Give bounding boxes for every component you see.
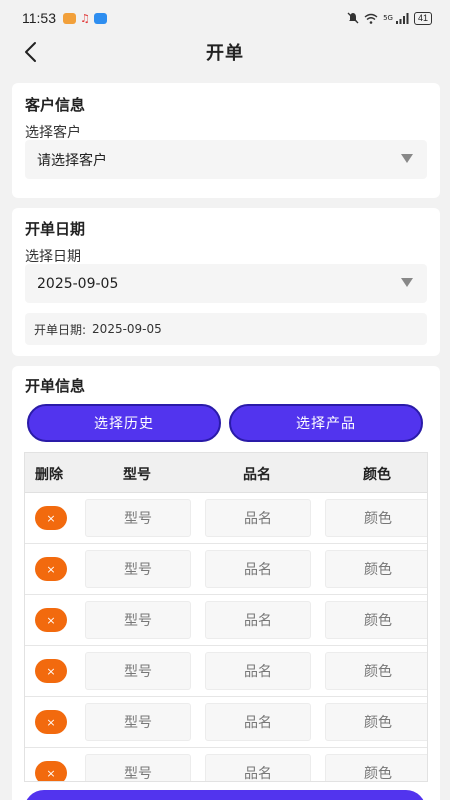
date-select-value: 2025-09-05 — [37, 275, 119, 292]
name-input[interactable]: 品名 — [205, 601, 311, 639]
customer-select-placeholder: 请选择客户 — [37, 152, 107, 169]
date-field-label: 选择日期 — [25, 249, 81, 265]
order-card: 开单信息 选择历史 选择产品 删除 型号 品名 颜色 × 型号 品名 颜色 × 型号 品名颜… — [12, 366, 440, 800]
wifi-icon — [364, 13, 378, 24]
name-placeholder: 品名 — [244, 766, 272, 782]
title-bar: 开单 — [0, 36, 450, 68]
page-title: 开单 — [206, 43, 244, 64]
model-placeholder: 型号 — [124, 715, 152, 731]
model-placeholder: 型号 — [124, 613, 152, 629]
column-header-color: 颜色 — [363, 467, 391, 483]
music-notification-icon: ♫ — [80, 11, 90, 25]
delete-row-button[interactable]: × — [35, 557, 67, 581]
name-placeholder: 品名 — [244, 664, 272, 680]
order-table: 删除 型号 品名 颜色 × 型号 品名 颜色 × 型号 品名 颜色 × 型号 品名 颜色 × 型号 品名 颜色… — [24, 452, 428, 782]
customer-field-label: 选择客户 — [25, 125, 81, 141]
name-placeholder: 品名 — [244, 613, 272, 629]
color-input[interactable]: 颜色 — [325, 652, 427, 690]
delete-row-button[interactable]: × — [35, 659, 67, 683]
model-input[interactable]: 型号 — [85, 652, 191, 690]
color-input[interactable]: 颜色 — [325, 550, 427, 588]
color-placeholder: 颜色 — [364, 715, 392, 731]
column-header-delete: 删除 — [35, 467, 63, 483]
select-history-label: 选择历史 — [94, 416, 154, 432]
model-placeholder: 型号 — [124, 664, 152, 680]
model-input[interactable]: 型号 — [85, 550, 191, 588]
signal-icon — [395, 12, 409, 24]
column-header-name: 品名 — [243, 467, 271, 483]
close-icon: × — [46, 715, 56, 729]
color-input[interactable]: 颜色 — [325, 499, 427, 537]
date-card: 开单日期 选择日期 2025-09-05 开单日期: 2025-09-05 — [12, 208, 440, 356]
table-row: × 型号 品名 颜色 — [25, 748, 427, 782]
select-history-button[interactable]: 选择历史 — [27, 404, 221, 442]
date-select[interactable]: 2025-09-05 — [25, 264, 427, 303]
color-placeholder: 颜色 — [364, 511, 392, 527]
status-time: 11:53 — [22, 10, 56, 26]
customer-card: 客户信息 选择客户 请选择客户 — [12, 83, 440, 198]
model-placeholder: 型号 — [124, 511, 152, 527]
delete-row-button[interactable]: × — [35, 710, 67, 734]
mute-icon — [347, 12, 359, 24]
color-input[interactable]: 颜色 — [325, 754, 427, 782]
delete-row-button[interactable]: × — [35, 506, 67, 530]
color-placeholder: 颜色 — [364, 562, 392, 578]
select-product-label: 选择产品 — [296, 416, 356, 432]
table-row: × 型号 品名 颜色 — [25, 697, 427, 748]
name-input[interactable]: 品名 — [205, 550, 311, 588]
date-section-title: 开单日期 — [25, 220, 86, 238]
close-icon: × — [46, 562, 56, 576]
close-icon: × — [46, 766, 56, 780]
model-placeholder: 型号 — [124, 562, 152, 578]
status-right: 5G 41 — [347, 11, 432, 25]
message-notification-icon — [63, 12, 76, 24]
model-input[interactable]: 型号 — [85, 601, 191, 639]
network-type: 5G — [383, 14, 393, 22]
table-header: 删除 型号 品名 颜色 — [25, 453, 427, 493]
date-note-value: 2025-09-05 — [92, 322, 162, 336]
status-left: 11:53 ♫ — [22, 10, 107, 26]
dropdown-arrow-icon — [401, 278, 413, 287]
close-icon: × — [46, 664, 56, 678]
model-placeholder: 型号 — [124, 766, 152, 782]
color-input[interactable]: 颜色 — [325, 703, 427, 741]
delete-row-button[interactable]: × — [35, 761, 67, 781]
name-placeholder: 品名 — [244, 715, 272, 731]
date-note: 开单日期: 2025-09-05 — [25, 313, 427, 345]
name-input[interactable]: 品名 — [205, 652, 311, 690]
table-body: × 型号 品名 颜色 × 型号 品名 颜色 × 型号 品名 颜色 × 型号 品名 颜色 × 型号 品名 颜色 × 型号 品名… — [25, 493, 427, 782]
table-row: × 型号 品名 颜色 — [25, 595, 427, 646]
name-input[interactable]: 品名 — [205, 703, 311, 741]
model-input[interactable]: 型号 — [85, 499, 191, 537]
color-placeholder: 颜色 — [364, 766, 392, 782]
color-placeholder: 颜色 — [364, 613, 392, 629]
select-product-button[interactable]: 选择产品 — [229, 404, 423, 442]
submit-button[interactable] — [24, 790, 426, 800]
color-placeholder: 颜色 — [364, 664, 392, 680]
delete-row-button[interactable]: × — [35, 608, 67, 632]
name-input[interactable]: 品名 — [205, 754, 311, 782]
battery-icon: 41 — [413, 11, 432, 25]
model-input[interactable]: 型号 — [85, 703, 191, 741]
column-header-model: 型号 — [123, 467, 151, 483]
cloud-notification-icon — [93, 12, 107, 24]
color-input[interactable]: 颜色 — [325, 601, 427, 639]
close-icon: × — [46, 511, 56, 525]
table-row: × 型号 品名 颜色 — [25, 646, 427, 697]
customer-select[interactable]: 请选择客户 — [25, 140, 427, 179]
close-icon: × — [46, 613, 56, 627]
order-section-title: 开单信息 — [25, 377, 86, 395]
name-placeholder: 品名 — [244, 511, 272, 527]
customer-section-title: 客户信息 — [25, 96, 86, 114]
model-input[interactable]: 型号 — [85, 754, 191, 782]
back-button[interactable] — [18, 40, 42, 64]
table-row: × 型号 品名 颜色 — [25, 544, 427, 595]
name-placeholder: 品名 — [244, 562, 272, 578]
name-input[interactable]: 品名 — [205, 499, 311, 537]
dropdown-arrow-icon — [401, 154, 413, 163]
date-note-label: 开单日期: — [34, 322, 87, 337]
table-row: × 型号 品名 颜色 — [25, 493, 427, 544]
back-arrow-icon — [25, 42, 36, 62]
status-bar: 11:53 ♫ 5G 41 — [0, 0, 450, 36]
